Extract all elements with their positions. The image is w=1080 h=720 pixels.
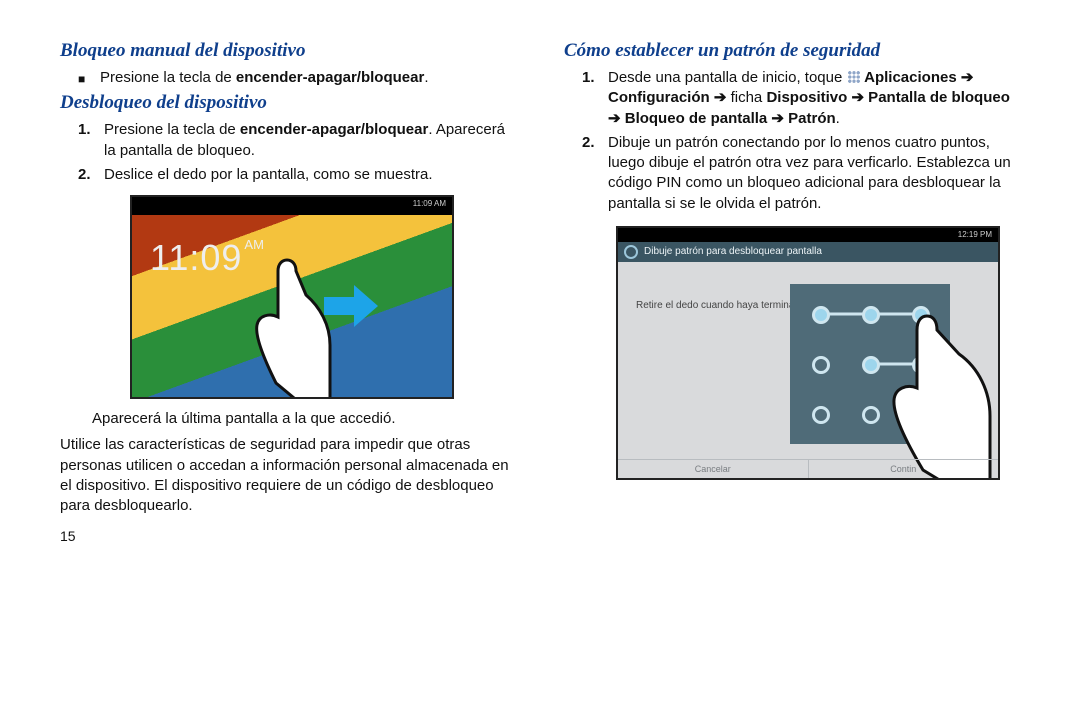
bullet-marker: ■ [78,68,92,88]
paragraph: Utilice las características de seguridad… [60,435,516,516]
figure-pattern-setup: 12:19 PM Dibuje patrón para desbloquear … [616,226,1000,480]
paragraph: Aparecerá la última pantalla a la que ac… [92,409,516,429]
bullet-item: ■ Presione la tecla de encender-apagar/b… [78,68,516,88]
step-number: 1. [582,68,600,129]
pattern-dot [812,306,830,324]
status-bar-time: 11:09 AM [413,199,446,208]
pattern-dot [812,406,830,424]
step-text: Presione la tecla de encender-apagar/blo… [104,120,516,161]
pattern-dot [862,356,880,374]
step-number: 1. [78,120,96,161]
step-1: 1. Presione la tecla de encender-apagar/… [78,120,516,161]
hand-icon [242,255,332,399]
swipe-arrow-icon [324,285,378,327]
step-text: Dibuje un patrón conectando por lo menos… [608,133,1020,214]
step-number: 2. [78,165,96,185]
gear-icon [624,245,638,259]
status-bar-time: 12:19 PM [958,230,992,239]
status-bar: 12:19 PM [618,228,998,242]
text: Presione la tecla de [100,69,236,86]
text: Presione la tecla de [104,121,240,138]
step-1: 1. Desde una pantalla de inicio, toque A… [582,68,1020,129]
text: Desde una pantalla de inicio, toque [608,69,847,86]
text: . [424,69,428,86]
cancel-button: Cancelar [618,460,809,478]
hand-icon [887,310,992,480]
text: . [836,110,840,127]
hint-text: Retire el dedo cuando haya terminado [636,300,806,311]
bullet-text: Presione la tecla de encender-apagar/blo… [100,68,428,88]
step-2: 2. Deslice el dedo por la pantalla, como… [78,165,516,185]
title-bar: Dibuje patrón para desbloquear pantalla [618,242,998,262]
title-bar-text: Dibuje patrón para desbloquear pantalla [644,246,822,257]
step-number: 2. [582,133,600,214]
text-bold: encender-apagar/bloquear [236,69,424,86]
pattern-dot [862,406,880,424]
page-columns: Bloqueo manual del dispositivo ■ Presion… [60,40,1020,544]
page-number: 15 [60,528,516,544]
step-text: Desde una pantalla de inicio, toque Apli… [608,68,1020,129]
button-bar: Cancelar Contin [618,459,998,478]
clock-time: 11:09 [150,237,242,278]
continue-button: Contin [809,460,999,478]
right-column: Cómo establecer un patrón de seguridad 1… [564,40,1020,544]
text: ficha [731,89,767,106]
heading-pattern: Cómo establecer un patrón de seguridad [564,40,1020,62]
heading-manual-lock: Bloqueo manual del dispositivo [60,40,516,62]
step-2: 2. Dibuje un patrón conectando por lo me… [582,133,1020,214]
pattern-dot [812,356,830,374]
heading-unlock: Desbloqueo del dispositivo [60,92,516,114]
step-text: Deslice el dedo por la pantalla, como se… [104,165,433,185]
apps-grid-icon [847,70,861,84]
text-bold: encender-apagar/bloquear [240,121,428,138]
left-column: Bloqueo manual del dispositivo ■ Presion… [60,40,516,544]
pattern-dot [862,306,880,324]
clock-ampm: AM [244,237,264,252]
figure-lockscreen: 11:09 AM 11:09AM [130,195,454,399]
